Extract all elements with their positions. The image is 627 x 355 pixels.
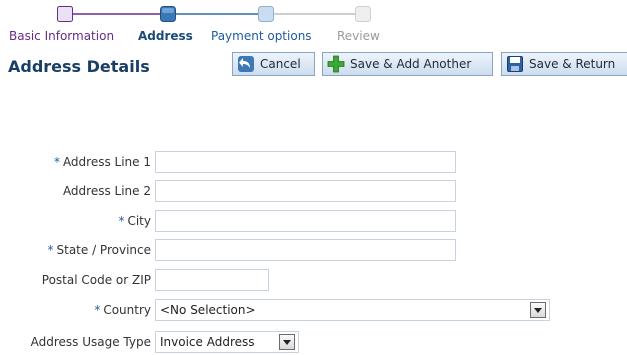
address-line-1-input[interactable] bbox=[155, 151, 456, 173]
address-line-1-label: * Address Line 1 bbox=[53, 155, 151, 169]
step-payment-link[interactable]: Payment options bbox=[211, 29, 312, 43]
city-row: * City bbox=[0, 210, 151, 234]
green-plus-icon bbox=[327, 55, 345, 73]
chevron-down-icon[interactable] bbox=[530, 302, 546, 318]
postal-code-label: Postal Code or ZIP bbox=[41, 273, 151, 287]
country-select[interactable]: <No Selection> bbox=[155, 299, 550, 321]
required-marker: * bbox=[53, 155, 60, 169]
progress-train: Basic Information Address Payment option… bbox=[0, 0, 420, 46]
city-label: * City bbox=[118, 214, 151, 228]
chevron-down-icon[interactable] bbox=[279, 334, 295, 350]
address-line-1-row: * Address Line 1 bbox=[0, 151, 151, 175]
address-usage-select[interactable]: Invoice Address bbox=[155, 331, 299, 353]
city-input[interactable] bbox=[155, 210, 456, 232]
step-address-marker bbox=[160, 6, 176, 22]
state-input[interactable] bbox=[155, 239, 456, 261]
address-usage-row: Address Usage Type bbox=[0, 331, 151, 355]
address-line-2-input[interactable] bbox=[155, 180, 456, 202]
page-title: Address Details bbox=[8, 57, 150, 76]
postal-code-row: Postal Code or ZIP bbox=[0, 269, 151, 293]
cancel-button[interactable]: Cancel bbox=[232, 52, 315, 76]
save-add-another-button[interactable]: Save & Add Another bbox=[322, 52, 493, 76]
address-usage-label: Address Usage Type bbox=[30, 335, 151, 349]
country-row: * Country bbox=[0, 299, 151, 323]
step-payment-marker[interactable] bbox=[258, 6, 274, 22]
address-usage-select-value: Invoice Address bbox=[160, 335, 255, 349]
save-add-another-label: Save & Add Another bbox=[350, 57, 472, 71]
save-return-label: Save & Return bbox=[529, 57, 616, 71]
address-line-2-label: Address Line 2 bbox=[62, 184, 151, 198]
save-return-button[interactable]: Save & Return bbox=[501, 52, 627, 76]
country-label: * Country bbox=[94, 303, 151, 317]
required-marker: * bbox=[118, 214, 125, 228]
step-review-marker bbox=[355, 6, 371, 22]
step-basic-info-marker[interactable] bbox=[57, 6, 73, 22]
state-label: * State / Province bbox=[47, 243, 152, 257]
cancel-button-label: Cancel bbox=[260, 57, 301, 71]
step-address-label: Address bbox=[138, 29, 193, 43]
postal-code-input[interactable] bbox=[155, 269, 269, 291]
required-marker: * bbox=[94, 303, 101, 317]
required-marker: * bbox=[47, 243, 54, 257]
country-select-value: <No Selection> bbox=[160, 303, 256, 317]
address-line-2-row: Address Line 2 bbox=[0, 180, 151, 204]
floppy-disk-icon bbox=[506, 55, 524, 73]
state-row: * State / Province bbox=[0, 239, 152, 263]
step-review-label: Review bbox=[337, 29, 380, 43]
undo-arrow-icon bbox=[237, 55, 255, 73]
step-basic-info-link[interactable]: Basic Information bbox=[9, 29, 114, 43]
